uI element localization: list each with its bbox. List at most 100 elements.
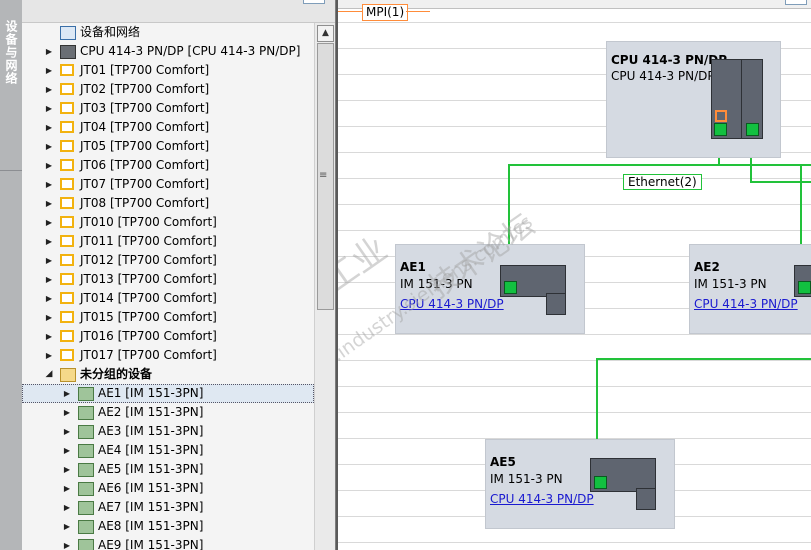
- tree-station-item[interactable]: ▶ JT08 [TP700 Comfort]: [22, 194, 314, 213]
- expand-arrow-icon[interactable]: ▶: [62, 384, 72, 403]
- ethernet-port-icon[interactable]: [504, 281, 517, 294]
- tree-item-label: JT05 [TP700 Comfort]: [80, 139, 210, 153]
- ethernet-port-icon[interactable]: [714, 123, 727, 136]
- ethernet-bus-top[interactable]: [508, 164, 811, 166]
- hmi-icon: [60, 121, 74, 133]
- expand-arrow-icon[interactable]: ▶: [44, 80, 54, 99]
- expand-arrow-icon[interactable]: ▶: [44, 118, 54, 137]
- ethernet-subnet-label[interactable]: Ethernet(2): [623, 174, 702, 190]
- hmi-icon: [60, 235, 74, 247]
- cpu-icon: [60, 45, 76, 59]
- cpu-station-type: CPU 414-3 PN/DP: [611, 69, 715, 83]
- tree-device-item[interactable]: ▶ AE9 [IM 151-3PN]: [22, 536, 314, 550]
- device-controller-link[interactable]: CPU 414-3 PN/DP: [490, 492, 594, 506]
- tree-station-item[interactable]: ▶ JT04 [TP700 Comfort]: [22, 118, 314, 137]
- canvas-top-control[interactable]: [785, 0, 807, 5]
- expand-arrow-icon[interactable]: ▶: [62, 460, 72, 479]
- canvas-grid-line: [338, 334, 811, 335]
- tree-item-label: JT08 [TP700 Comfort]: [80, 196, 210, 210]
- tree-item-label: CPU 414-3 PN/DP [CPU 414-3 PN/DP]: [80, 44, 301, 58]
- expand-arrow-icon[interactable]: ▶: [62, 441, 72, 460]
- expand-arrow-icon[interactable]: ▶: [44, 289, 54, 308]
- hmi-icon: [60, 254, 74, 266]
- hmi-icon: [60, 292, 74, 304]
- expand-arrow-icon[interactable]: ▶: [44, 213, 54, 232]
- expand-arrow-icon[interactable]: ▶: [44, 156, 54, 175]
- expand-arrow-icon[interactable]: ▶: [44, 327, 54, 346]
- device-controller-link[interactable]: CPU 414-3 PN/DP: [400, 297, 504, 311]
- expand-arrow-icon[interactable]: ▶: [44, 194, 54, 213]
- io-device-ae2[interactable]: AE2 IM 151-3 PN CPU 414-3 PN/DP: [689, 244, 811, 334]
- ethernet-port-icon[interactable]: [594, 476, 607, 489]
- expand-arrow-icon[interactable]: ▶: [62, 517, 72, 536]
- tree-item-label: JT03 [TP700 Comfort]: [80, 101, 210, 115]
- tree-device-item[interactable]: ▶ AE7 [IM 151-3PN]: [22, 498, 314, 517]
- tree-item-label: AE4 [IM 151-3PN]: [98, 443, 204, 457]
- tree-station-item[interactable]: ▶ JT015 [TP700 Comfort]: [22, 308, 314, 327]
- expand-arrow-icon[interactable]: ▶: [44, 308, 54, 327]
- expand-arrow-icon[interactable]: ▶: [62, 403, 72, 422]
- expand-arrow-icon[interactable]: ▶: [62, 479, 72, 498]
- tree-item-label: AE6 [IM 151-3PN]: [98, 481, 204, 495]
- expand-arrow-icon[interactable]: ▶: [62, 498, 72, 517]
- scroll-up-icon[interactable]: ▲: [317, 25, 334, 42]
- tree-station-item[interactable]: ▶ JT014 [TP700 Comfort]: [22, 289, 314, 308]
- network-view-canvas[interactable]: MPI(1) Ethernet(2) CPU 414-3 PN/DP CPU 4…: [336, 0, 811, 550]
- expand-arrow-icon[interactable]: ▶: [44, 99, 54, 118]
- expanded-arrow-icon[interactable]: ◢: [44, 365, 54, 384]
- io-device-ae1[interactable]: AE1 IM 151-3 PN CPU 414-3 PN/DP: [395, 244, 585, 334]
- device-controller-link[interactable]: CPU 414-3 PN/DP: [694, 297, 798, 311]
- tree-group-label: 未分组的设备: [80, 367, 153, 381]
- tree-item-label: JT012 [TP700 Comfort]: [80, 253, 217, 267]
- tree-scrollbar[interactable]: ▲ ≡: [314, 23, 335, 550]
- device-name: AE2: [694, 260, 720, 274]
- io-device-icon: [78, 501, 94, 515]
- ungrouped-devices-icon: [60, 368, 76, 382]
- tree-station-item[interactable]: ▶ JT012 [TP700 Comfort]: [22, 251, 314, 270]
- tree-station-item[interactable]: ▶ CPU 414-3 PN/DP [CPU 414-3 PN/DP]: [22, 42, 314, 61]
- tree-station-item[interactable]: ▶ JT06 [TP700 Comfort]: [22, 156, 314, 175]
- expand-arrow-icon[interactable]: ▶: [44, 251, 54, 270]
- tree-device-item[interactable]: ▶ AE3 [IM 151-3PN]: [22, 422, 314, 441]
- tree-device-item[interactable]: ▶ AE8 [IM 151-3PN]: [22, 517, 314, 536]
- hmi-icon: [60, 330, 74, 342]
- expand-arrow-icon[interactable]: ▶: [44, 137, 54, 156]
- tree-station-item[interactable]: ▶ JT016 [TP700 Comfort]: [22, 327, 314, 346]
- tree-device-item[interactable]: ▶ AE5 [IM 151-3PN]: [22, 460, 314, 479]
- io-device-ae5[interactable]: AE5 IM 151-3 PN CPU 414-3 PN/DP: [485, 439, 675, 529]
- ethernet-port-icon[interactable]: [798, 281, 811, 294]
- mpi-subnet-label[interactable]: MPI(1): [362, 4, 409, 21]
- expand-arrow-icon[interactable]: ▶: [44, 42, 54, 61]
- tree-device-item[interactable]: ▶ AE2 [IM 151-3PN]: [22, 403, 314, 422]
- expand-arrow-icon[interactable]: ▶: [44, 175, 54, 194]
- tree-station-item[interactable]: ▶ JT05 [TP700 Comfort]: [22, 137, 314, 156]
- mpi-subnet-line-right: [406, 11, 430, 12]
- canvas-grid-line: [338, 412, 811, 413]
- ethernet-port-icon[interactable]: [746, 123, 759, 136]
- tree-device-item[interactable]: ▶ AE1 [IM 151-3PN]: [22, 384, 314, 403]
- expand-arrow-icon[interactable]: ▶: [44, 346, 54, 365]
- tree-station-item[interactable]: ▶ JT010 [TP700 Comfort]: [22, 213, 314, 232]
- expand-arrow-icon[interactable]: ▶: [44, 61, 54, 80]
- tree-device-item[interactable]: ▶ AE6 [IM 151-3PN]: [22, 479, 314, 498]
- tree-station-item[interactable]: ▶ JT07 [TP700 Comfort]: [22, 175, 314, 194]
- tree-station-item[interactable]: ▶ JT01 [TP700 Comfort]: [22, 61, 314, 80]
- tree-group-ungrouped[interactable]: ◢ 未分组的设备: [22, 365, 314, 384]
- mpi-port-icon[interactable]: [715, 110, 727, 122]
- expand-arrow-icon[interactable]: ▶: [44, 232, 54, 251]
- tree-device-item[interactable]: ▶ AE4 [IM 151-3PN]: [22, 441, 314, 460]
- tree-station-item[interactable]: ▶ JT011 [TP700 Comfort]: [22, 232, 314, 251]
- cpu-station[interactable]: CPU 414-3 PN/DP CPU 414-3 PN/DP: [606, 41, 781, 158]
- canvas-grid-line: [338, 204, 811, 205]
- expand-arrow-icon[interactable]: ▶: [62, 536, 72, 550]
- tree-toolbar-control[interactable]: [303, 0, 325, 4]
- tree-station-item[interactable]: ▶ JT013 [TP700 Comfort]: [22, 270, 314, 289]
- tree-station-item[interactable]: ▶ JT03 [TP700 Comfort]: [22, 99, 314, 118]
- tree-station-item[interactable]: ▶ JT02 [TP700 Comfort]: [22, 80, 314, 99]
- expand-arrow-icon[interactable]: ▶: [62, 422, 72, 441]
- tree-root-devices-networks[interactable]: 设备和网络: [22, 23, 314, 42]
- tree-station-item[interactable]: ▶ JT017 [TP700 Comfort]: [22, 346, 314, 365]
- expand-arrow-icon[interactable]: ▶: [44, 270, 54, 289]
- devices-networks-vertical-tab[interactable]: 设备与网络: [0, 0, 23, 550]
- canvas-grid-line: [338, 386, 811, 387]
